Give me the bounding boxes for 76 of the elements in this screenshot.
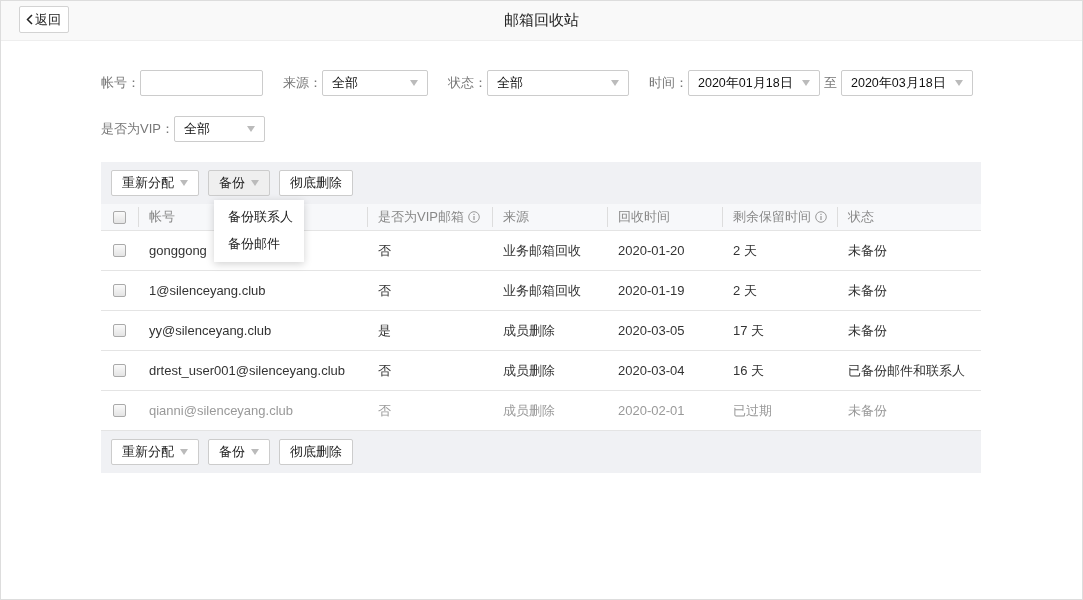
- column-header: 回收时间: [618, 208, 670, 227]
- table-cell: 成员删除: [503, 362, 555, 378]
- table-cell: 否: [378, 242, 391, 258]
- menu-item[interactable]: 备份邮件: [214, 230, 304, 258]
- table-cell: 成员删除: [503, 322, 555, 338]
- table-cell: 17 天: [733, 322, 765, 338]
- caret-icon: [251, 180, 259, 186]
- table-cell: 成员删除: [503, 402, 555, 418]
- toolbar-button[interactable]: 重新分配: [111, 439, 199, 465]
- table-cell: 2020-03-05: [618, 322, 685, 338]
- table-cell: 否: [378, 282, 391, 298]
- menu-item[interactable]: 备份联系人: [214, 204, 304, 231]
- filter-label: 来源：: [283, 74, 322, 93]
- date-field[interactable]: 2020年03月18日: [841, 70, 973, 96]
- filter-label: 帐号：: [101, 74, 140, 93]
- table-cell: 是: [378, 322, 391, 338]
- table-cell: drtest_user001@silenceyang.club: [149, 362, 346, 378]
- table-cell: 否: [378, 402, 391, 418]
- table-cell: 2 天: [733, 282, 757, 298]
- table-cell: 业务邮箱回收: [503, 242, 581, 258]
- filter-label: 是否为VIP：: [101, 120, 174, 139]
- table-cell: 未备份: [848, 242, 887, 258]
- select-field[interactable]: 全部: [322, 70, 428, 96]
- table-cell: 业务邮箱回收: [503, 282, 581, 298]
- select-field[interactable]: 全部: [173, 116, 265, 142]
- caret-icon: [180, 449, 188, 455]
- caret-icon: [802, 80, 810, 86]
- toolbar-button[interactable]: 备份: [208, 170, 270, 196]
- select-all-checkbox[interactable]: [113, 210, 126, 224]
- table-cell: 未备份: [848, 322, 887, 338]
- toolbar-button[interactable]: 彻底删除: [279, 439, 353, 465]
- column-header: 帐号: [149, 208, 175, 227]
- toolbar-button[interactable]: 备份: [208, 439, 270, 465]
- table-cell: 未备份: [848, 282, 887, 298]
- toolbar-button[interactable]: 重新分配: [111, 170, 199, 196]
- caret-icon: [955, 80, 963, 86]
- table-cell: 2020-03-04: [618, 362, 685, 378]
- table-cell: 1@silenceyang.club: [149, 282, 266, 298]
- back-button[interactable]: 返回: [19, 6, 69, 33]
- range-separator: 至: [824, 74, 837, 93]
- chevron-left-icon: [26, 14, 33, 25]
- table-cell: 已过期: [733, 402, 772, 418]
- column-header: 是否为VIP邮箱: [378, 208, 464, 227]
- account-input[interactable]: [140, 70, 263, 96]
- caret-icon: [246, 126, 255, 132]
- caret-icon: [251, 449, 259, 455]
- select-field[interactable]: 全部: [487, 70, 629, 96]
- caret-icon: [180, 180, 188, 186]
- toolbar-button[interactable]: 彻底删除: [279, 170, 353, 196]
- table-cell: 2020-02-01: [618, 402, 685, 418]
- filter-label: 状态：: [448, 74, 487, 93]
- date-field[interactable]: 2020年01月18日: [688, 70, 820, 96]
- table-cell: yy@silenceyang.club: [149, 322, 272, 338]
- row-checkbox[interactable]: [113, 284, 126, 297]
- table-cell: 2020-01-20: [618, 242, 685, 258]
- table-cell: qianni@silenceyang.club: [149, 402, 293, 418]
- row-checkbox[interactable]: [113, 404, 126, 417]
- table-cell: 16 天: [733, 362, 765, 378]
- row-checkbox[interactable]: [113, 244, 126, 257]
- page-title: 邮箱回收站: [504, 10, 579, 31]
- column-header: 来源: [503, 208, 529, 227]
- column-header: 剩余保留时间: [733, 208, 811, 227]
- table-cell: 已备份邮件和联系人: [848, 362, 965, 378]
- table-cell: 否: [378, 362, 391, 378]
- column-header: 状态: [848, 208, 874, 227]
- table-cell: 未备份: [848, 402, 887, 418]
- filter-label: 时间：: [649, 74, 688, 93]
- table-cell: 2020-01-19: [618, 282, 685, 298]
- caret-icon: [611, 80, 619, 86]
- info-icon[interactable]: [815, 211, 827, 223]
- row-checkbox[interactable]: [113, 364, 126, 377]
- info-icon[interactable]: [467, 211, 480, 223]
- row-checkbox[interactable]: [113, 324, 126, 337]
- table-cell: gonggong: [149, 242, 207, 258]
- caret-icon: [410, 80, 418, 86]
- table-cell: 2 天: [733, 242, 757, 258]
